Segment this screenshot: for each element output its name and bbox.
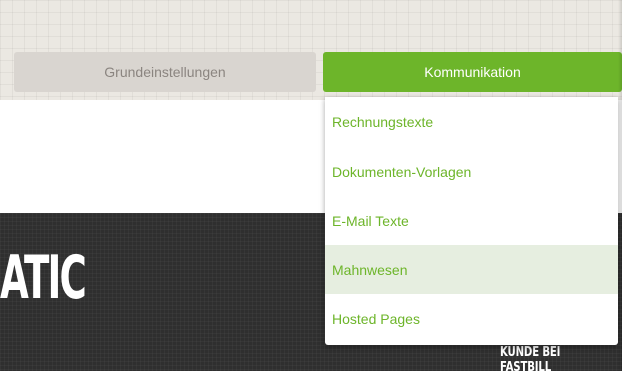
banner-tagline: KUNDE BEI FASTBILL	[500, 345, 561, 371]
menu-item-dokumenten-vorlagen[interactable]: Dokumenten-Vorlagen	[325, 147, 618, 196]
menu-item-rechnungstexte[interactable]: Rechnungstexte	[325, 97, 618, 147]
top-navigation-bar: Grundeinstellungen Kommunikation	[0, 0, 622, 100]
tab-grundeinstellungen[interactable]: Grundeinstellungen	[14, 52, 316, 92]
tab-label: Grundeinstellungen	[104, 64, 226, 80]
menu-item-e-mail-texte[interactable]: E-Mail Texte	[325, 196, 618, 245]
tab-kommunikation[interactable]: Kommunikation	[323, 52, 622, 92]
window-edge-shadow	[618, 0, 622, 371]
app-frame: Grundeinstellungen Kommunikation ATIC KU…	[0, 0, 622, 371]
menu-item-hosted-pages[interactable]: Hosted Pages	[325, 294, 618, 343]
banner-headline: ATIC	[0, 243, 87, 313]
menu-item-mahnwesen[interactable]: Mahnwesen	[325, 245, 618, 294]
kommunikation-dropdown-menu: Rechnungstexte Dokumenten-Vorlagen E-Mai…	[325, 97, 618, 345]
tab-label: Kommunikation	[424, 64, 521, 80]
